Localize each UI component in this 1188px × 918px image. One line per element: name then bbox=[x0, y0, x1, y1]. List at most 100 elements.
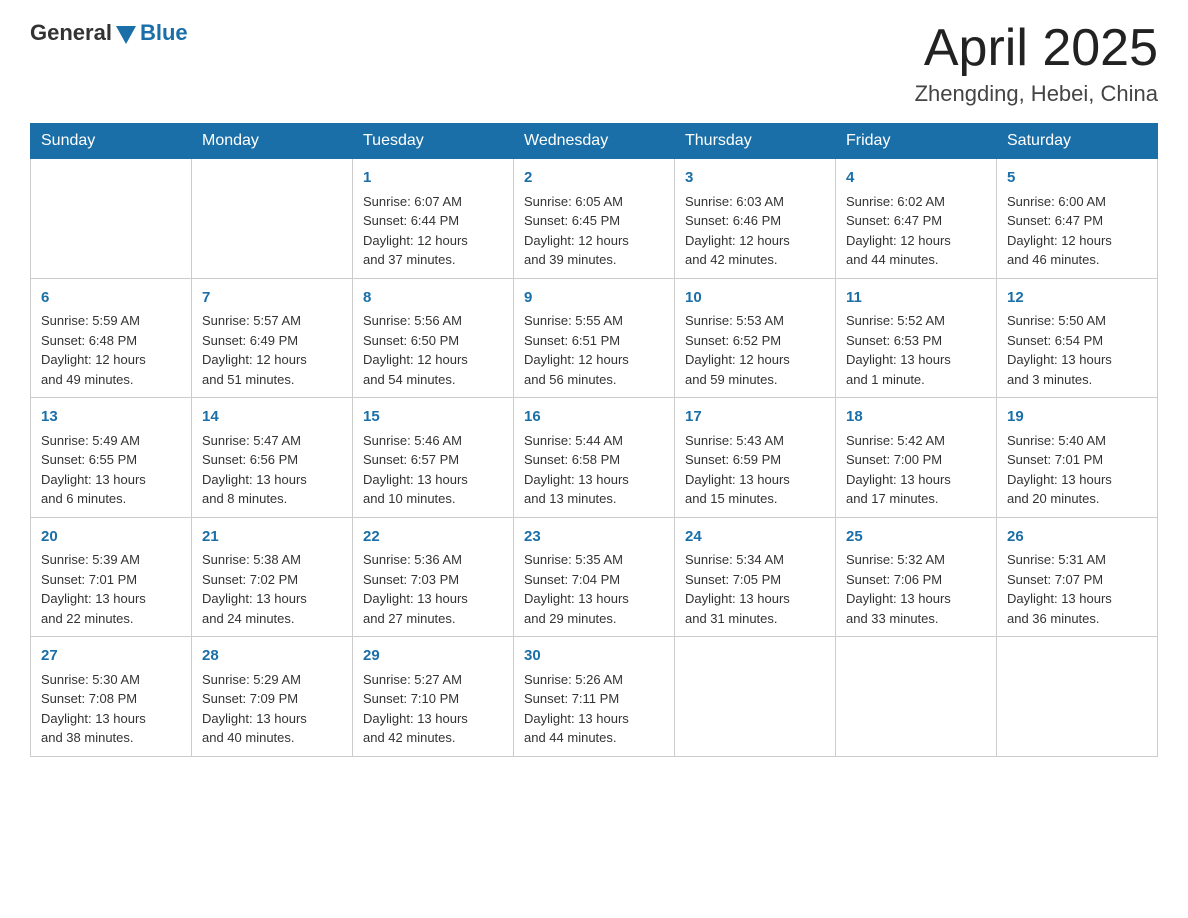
day-info: Sunrise: 5:53 AM Sunset: 6:52 PM Dayligh… bbox=[685, 311, 825, 389]
calendar-cell: 29Sunrise: 5:27 AM Sunset: 7:10 PM Dayli… bbox=[353, 637, 514, 757]
calendar-cell: 3Sunrise: 6:03 AM Sunset: 6:46 PM Daylig… bbox=[675, 159, 836, 279]
calendar-table: SundayMondayTuesdayWednesdayThursdayFrid… bbox=[30, 123, 1158, 757]
day-info: Sunrise: 5:27 AM Sunset: 7:10 PM Dayligh… bbox=[363, 670, 503, 748]
day-info: Sunrise: 5:36 AM Sunset: 7:03 PM Dayligh… bbox=[363, 550, 503, 628]
calendar-cell: 7Sunrise: 5:57 AM Sunset: 6:49 PM Daylig… bbox=[192, 278, 353, 398]
calendar-cell: 23Sunrise: 5:35 AM Sunset: 7:04 PM Dayli… bbox=[514, 517, 675, 637]
calendar-cell: 21Sunrise: 5:38 AM Sunset: 7:02 PM Dayli… bbox=[192, 517, 353, 637]
day-info: Sunrise: 6:00 AM Sunset: 6:47 PM Dayligh… bbox=[1007, 192, 1147, 270]
logo-blue-text: Blue bbox=[140, 20, 188, 46]
day-number: 17 bbox=[685, 406, 825, 429]
col-header-tuesday: Tuesday bbox=[353, 124, 514, 159]
day-number: 19 bbox=[1007, 406, 1147, 429]
calendar-cell: 5Sunrise: 6:00 AM Sunset: 6:47 PM Daylig… bbox=[997, 159, 1158, 279]
day-number: 2 bbox=[524, 167, 664, 190]
day-info: Sunrise: 6:07 AM Sunset: 6:44 PM Dayligh… bbox=[363, 192, 503, 270]
day-number: 22 bbox=[363, 526, 503, 549]
calendar-cell: 11Sunrise: 5:52 AM Sunset: 6:53 PM Dayli… bbox=[836, 278, 997, 398]
calendar-cell: 30Sunrise: 5:26 AM Sunset: 7:11 PM Dayli… bbox=[514, 637, 675, 757]
calendar-week-row: 1Sunrise: 6:07 AM Sunset: 6:44 PM Daylig… bbox=[31, 159, 1158, 279]
day-info: Sunrise: 5:42 AM Sunset: 7:00 PM Dayligh… bbox=[846, 431, 986, 509]
day-number: 28 bbox=[202, 645, 342, 668]
day-info: Sunrise: 5:50 AM Sunset: 6:54 PM Dayligh… bbox=[1007, 311, 1147, 389]
calendar-cell: 1Sunrise: 6:07 AM Sunset: 6:44 PM Daylig… bbox=[353, 159, 514, 279]
day-number: 11 bbox=[846, 287, 986, 310]
day-info: Sunrise: 5:56 AM Sunset: 6:50 PM Dayligh… bbox=[363, 311, 503, 389]
day-number: 15 bbox=[363, 406, 503, 429]
day-info: Sunrise: 5:40 AM Sunset: 7:01 PM Dayligh… bbox=[1007, 431, 1147, 509]
day-number: 1 bbox=[363, 167, 503, 190]
day-number: 27 bbox=[41, 645, 181, 668]
col-header-thursday: Thursday bbox=[675, 124, 836, 159]
day-info: Sunrise: 5:39 AM Sunset: 7:01 PM Dayligh… bbox=[41, 550, 181, 628]
day-info: Sunrise: 5:30 AM Sunset: 7:08 PM Dayligh… bbox=[41, 670, 181, 748]
col-header-friday: Friday bbox=[836, 124, 997, 159]
day-info: Sunrise: 5:29 AM Sunset: 7:09 PM Dayligh… bbox=[202, 670, 342, 748]
day-info: Sunrise: 5:46 AM Sunset: 6:57 PM Dayligh… bbox=[363, 431, 503, 509]
day-number: 3 bbox=[685, 167, 825, 190]
day-number: 13 bbox=[41, 406, 181, 429]
calendar-week-row: 20Sunrise: 5:39 AM Sunset: 7:01 PM Dayli… bbox=[31, 517, 1158, 637]
day-number: 7 bbox=[202, 287, 342, 310]
calendar-cell bbox=[675, 637, 836, 757]
day-number: 25 bbox=[846, 526, 986, 549]
day-info: Sunrise: 6:03 AM Sunset: 6:46 PM Dayligh… bbox=[685, 192, 825, 270]
day-info: Sunrise: 5:43 AM Sunset: 6:59 PM Dayligh… bbox=[685, 431, 825, 509]
calendar-cell: 27Sunrise: 5:30 AM Sunset: 7:08 PM Dayli… bbox=[31, 637, 192, 757]
calendar-week-row: 13Sunrise: 5:49 AM Sunset: 6:55 PM Dayli… bbox=[31, 398, 1158, 518]
day-info: Sunrise: 5:38 AM Sunset: 7:02 PM Dayligh… bbox=[202, 550, 342, 628]
calendar-cell bbox=[836, 637, 997, 757]
calendar-cell: 2Sunrise: 6:05 AM Sunset: 6:45 PM Daylig… bbox=[514, 159, 675, 279]
calendar-cell: 4Sunrise: 6:02 AM Sunset: 6:47 PM Daylig… bbox=[836, 159, 997, 279]
page-header: General Blue April 2025 Zhengding, Hebei… bbox=[30, 20, 1158, 107]
month-year-title: April 2025 bbox=[915, 20, 1158, 77]
calendar-cell bbox=[192, 159, 353, 279]
day-number: 4 bbox=[846, 167, 986, 190]
day-info: Sunrise: 5:35 AM Sunset: 7:04 PM Dayligh… bbox=[524, 550, 664, 628]
day-number: 10 bbox=[685, 287, 825, 310]
calendar-cell: 16Sunrise: 5:44 AM Sunset: 6:58 PM Dayli… bbox=[514, 398, 675, 518]
day-number: 9 bbox=[524, 287, 664, 310]
calendar-cell: 14Sunrise: 5:47 AM Sunset: 6:56 PM Dayli… bbox=[192, 398, 353, 518]
logo-triangle-icon bbox=[116, 26, 136, 44]
calendar-cell bbox=[997, 637, 1158, 757]
day-number: 30 bbox=[524, 645, 664, 668]
day-info: Sunrise: 6:05 AM Sunset: 6:45 PM Dayligh… bbox=[524, 192, 664, 270]
calendar-cell: 10Sunrise: 5:53 AM Sunset: 6:52 PM Dayli… bbox=[675, 278, 836, 398]
day-number: 14 bbox=[202, 406, 342, 429]
calendar-cell: 19Sunrise: 5:40 AM Sunset: 7:01 PM Dayli… bbox=[997, 398, 1158, 518]
calendar-cell: 18Sunrise: 5:42 AM Sunset: 7:00 PM Dayli… bbox=[836, 398, 997, 518]
day-number: 29 bbox=[363, 645, 503, 668]
day-number: 6 bbox=[41, 287, 181, 310]
day-info: Sunrise: 6:02 AM Sunset: 6:47 PM Dayligh… bbox=[846, 192, 986, 270]
day-number: 23 bbox=[524, 526, 664, 549]
day-number: 8 bbox=[363, 287, 503, 310]
day-number: 18 bbox=[846, 406, 986, 429]
calendar-cell: 28Sunrise: 5:29 AM Sunset: 7:09 PM Dayli… bbox=[192, 637, 353, 757]
calendar-week-row: 27Sunrise: 5:30 AM Sunset: 7:08 PM Dayli… bbox=[31, 637, 1158, 757]
calendar-cell: 24Sunrise: 5:34 AM Sunset: 7:05 PM Dayli… bbox=[675, 517, 836, 637]
calendar-cell: 8Sunrise: 5:56 AM Sunset: 6:50 PM Daylig… bbox=[353, 278, 514, 398]
col-header-sunday: Sunday bbox=[31, 124, 192, 159]
day-info: Sunrise: 5:52 AM Sunset: 6:53 PM Dayligh… bbox=[846, 311, 986, 389]
logo-general-text: General bbox=[30, 20, 112, 46]
calendar-cell: 26Sunrise: 5:31 AM Sunset: 7:07 PM Dayli… bbox=[997, 517, 1158, 637]
calendar-cell: 25Sunrise: 5:32 AM Sunset: 7:06 PM Dayli… bbox=[836, 517, 997, 637]
day-number: 5 bbox=[1007, 167, 1147, 190]
calendar-cell: 9Sunrise: 5:55 AM Sunset: 6:51 PM Daylig… bbox=[514, 278, 675, 398]
day-number: 16 bbox=[524, 406, 664, 429]
calendar-cell: 17Sunrise: 5:43 AM Sunset: 6:59 PM Dayli… bbox=[675, 398, 836, 518]
day-number: 24 bbox=[685, 526, 825, 549]
calendar-cell: 22Sunrise: 5:36 AM Sunset: 7:03 PM Dayli… bbox=[353, 517, 514, 637]
day-info: Sunrise: 5:34 AM Sunset: 7:05 PM Dayligh… bbox=[685, 550, 825, 628]
calendar-header-row: SundayMondayTuesdayWednesdayThursdayFrid… bbox=[31, 124, 1158, 159]
day-number: 12 bbox=[1007, 287, 1147, 310]
day-info: Sunrise: 5:44 AM Sunset: 6:58 PM Dayligh… bbox=[524, 431, 664, 509]
day-info: Sunrise: 5:49 AM Sunset: 6:55 PM Dayligh… bbox=[41, 431, 181, 509]
day-number: 26 bbox=[1007, 526, 1147, 549]
calendar-cell: 6Sunrise: 5:59 AM Sunset: 6:48 PM Daylig… bbox=[31, 278, 192, 398]
day-info: Sunrise: 5:26 AM Sunset: 7:11 PM Dayligh… bbox=[524, 670, 664, 748]
col-header-saturday: Saturday bbox=[997, 124, 1158, 159]
logo: General Blue bbox=[30, 20, 188, 46]
title-area: April 2025 Zhengding, Hebei, China bbox=[915, 20, 1158, 107]
